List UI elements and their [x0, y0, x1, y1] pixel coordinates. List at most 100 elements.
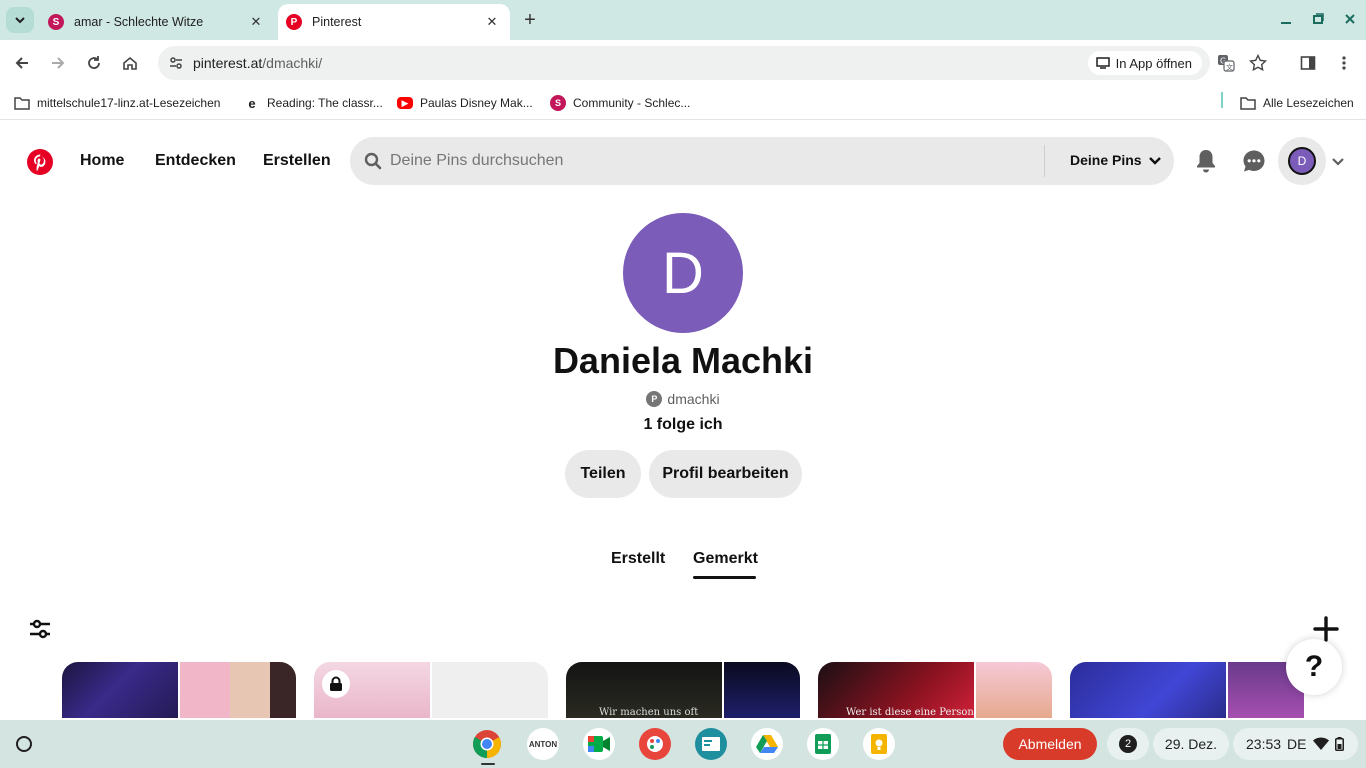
active-tab-underline: [693, 576, 756, 579]
bookmarks-bar: mittelschule17-linz.at-Lesezeichen e Rea…: [0, 86, 1366, 120]
open-in-app-label: In App öffnen: [1115, 55, 1192, 71]
bookmark-folder-mittelschule[interactable]: mittelschule17-linz.at-Lesezeichen: [14, 92, 220, 114]
meet-icon[interactable]: [583, 728, 615, 760]
handle-text: dmachki: [667, 391, 720, 407]
close-icon[interactable]: ✕: [480, 10, 504, 34]
pinterest-header: Home Entdecken Erstellen Deine Pins D: [0, 121, 1366, 201]
board-card[interactable]: [1070, 662, 1304, 718]
share-button[interactable]: Teilen: [565, 450, 641, 498]
bookmark-paulas-disney[interactable]: ▶ Paulas Disney Mak...: [397, 92, 533, 114]
running-indicator: [481, 763, 495, 765]
all-bookmarks-folder[interactable]: Alle Lesezeichen: [1240, 92, 1354, 114]
new-tab-button[interactable]: +: [518, 8, 542, 32]
site-info-icon[interactable]: [164, 51, 188, 75]
board-cover-caption: Wir machen uns oft: [599, 707, 699, 718]
search-divider: [1044, 145, 1045, 177]
url-text[interactable]: pinterest.at/dmachki/: [193, 55, 322, 71]
board-cover-image: [974, 662, 1052, 718]
back-button[interactable]: [8, 49, 36, 77]
account-menu-chevron-icon[interactable]: [1328, 151, 1348, 171]
bookmark-reading[interactable]: e Reading: The classr...: [244, 92, 382, 114]
canvas-icon[interactable]: [639, 728, 671, 760]
folder-icon: [1240, 95, 1256, 111]
url-path: /dmachki/: [262, 55, 323, 71]
search-icon: [364, 152, 382, 170]
drive-icon[interactable]: [751, 728, 783, 760]
close-icon[interactable]: ✕: [244, 10, 268, 34]
profile-picture[interactable]: D: [623, 213, 743, 333]
notifications-bell-icon[interactable]: [1192, 147, 1220, 175]
board-card[interactable]: Wer ist diese eine Person: [818, 662, 1052, 718]
nav-explore[interactable]: Entdecken: [155, 152, 236, 170]
bookmark-label: mittelschule17-linz.at-Lesezeichen: [37, 96, 221, 110]
arrow-left-icon: [15, 57, 28, 69]
pinterest-mini-logo-icon: P: [646, 391, 663, 407]
tab-strip: S amar - Schlechte Witze ✕ P Pinterest ✕…: [0, 0, 1366, 40]
minimize-icon[interactable]: [1274, 8, 1298, 30]
close-window-icon[interactable]: [1338, 8, 1362, 30]
anton-label: ANTON: [528, 739, 558, 749]
board-card[interactable]: [62, 662, 296, 718]
date-text: 29. Dez.: [1164, 736, 1218, 752]
system-tray[interactable]: 23:53 DE: [1233, 728, 1358, 760]
tab-title: Pinterest: [312, 15, 362, 29]
tab-search-button[interactable]: [6, 7, 34, 33]
folder-icon: [14, 95, 30, 111]
date-button[interactable]: 29. Dez.: [1153, 728, 1229, 760]
launcher-icon[interactable]: [12, 732, 36, 756]
tab-pinterest[interactable]: P Pinterest ✕: [278, 4, 510, 40]
your-pins-label: Deine Pins: [1070, 152, 1142, 168]
pins-search-bar: Deine Pins: [350, 137, 1174, 185]
tab-schlechte-witze[interactable]: S amar - Schlechte Witze ✕: [38, 4, 274, 40]
open-in-app-button[interactable]: In App öffnen: [1087, 51, 1202, 75]
nav-create[interactable]: Erstellen: [263, 152, 331, 170]
nav-home[interactable]: Home: [80, 152, 124, 170]
pinterest-logo-icon[interactable]: [26, 148, 54, 176]
battery-icon: [1334, 737, 1344, 751]
following-count[interactable]: 1 folge ich: [0, 416, 1366, 434]
more-menu-icon[interactable]: [1330, 49, 1358, 77]
home-icon: [123, 56, 137, 70]
board-cover-placeholder: [430, 662, 548, 718]
your-pins-dropdown[interactable]: Deine Pins: [1070, 152, 1162, 168]
board-cover-image: [722, 662, 800, 718]
classroom-icon[interactable]: [695, 728, 727, 760]
tab-created[interactable]: Erstellt: [611, 550, 665, 568]
browser-toolbar: pinterest.at/dmachki/ In App öffnen G文: [0, 40, 1366, 86]
profile-handle: P dmachki: [0, 391, 1366, 407]
bookmark-label: Paulas Disney Mak...: [420, 96, 533, 110]
home-button[interactable]: [116, 49, 144, 77]
board-cover-image: [178, 662, 296, 718]
tab-saved[interactable]: Gemerkt: [693, 550, 758, 568]
edit-profile-button[interactable]: Profil bearbeiten: [649, 450, 802, 498]
keep-icon[interactable]: [863, 728, 895, 760]
messages-icon[interactable]: [1240, 147, 1268, 175]
bookmark-community[interactable]: S Community - Schlec...: [550, 92, 690, 114]
bookmark-star-icon[interactable]: [1244, 49, 1272, 77]
chrome-icon[interactable]: [471, 728, 503, 760]
address-bar[interactable]: pinterest.at/dmachki/ In App öffnen: [158, 46, 1210, 80]
wifi-icon: [1312, 737, 1329, 750]
board-card[interactable]: Wir machen uns oft: [566, 662, 800, 718]
help-button[interactable]: ?: [1286, 639, 1342, 695]
search-input[interactable]: [390, 137, 1030, 185]
profile-avatar-button[interactable]: D: [1278, 137, 1326, 185]
pinterest-favicon-icon: P: [286, 14, 302, 30]
sheets-icon[interactable]: [807, 728, 839, 760]
chevron-down-icon: [1148, 157, 1161, 165]
svg-text:文: 文: [1226, 63, 1233, 72]
side-panel-icon[interactable]: [1294, 49, 1322, 77]
restore-icon[interactable]: [1306, 8, 1330, 30]
s-icon: S: [550, 95, 566, 111]
logout-button[interactable]: Abmelden: [1003, 728, 1097, 760]
board-cover-image: [62, 662, 178, 718]
filter-settings-icon[interactable]: [28, 617, 52, 641]
reload-button[interactable]: [80, 49, 108, 77]
anton-icon[interactable]: ANTON: [527, 728, 559, 760]
translate-icon[interactable]: G文: [1212, 49, 1240, 77]
bookmarks-separator: [1221, 92, 1223, 108]
notifications-button[interactable]: 2: [1107, 728, 1149, 760]
forward-button[interactable]: [44, 49, 72, 77]
arrow-right-icon: [52, 57, 65, 69]
board-card[interactable]: [314, 662, 548, 718]
